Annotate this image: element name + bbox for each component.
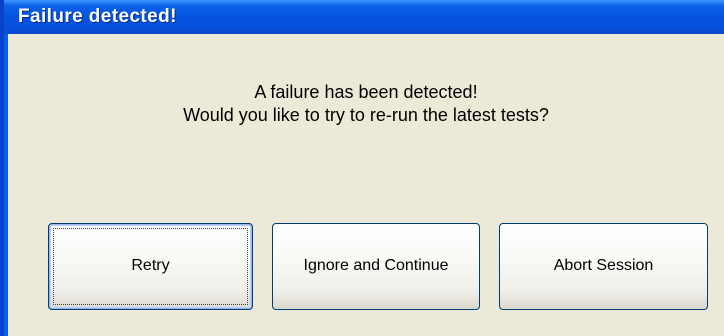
ignore-and-continue-button[interactable]: Ignore and Continue [272, 223, 480, 310]
message-line-2: Would you like to try to re-run the late… [183, 105, 549, 125]
ignore-button-label: Ignore and Continue [303, 257, 449, 274]
message-line-1: A failure has been detected! [254, 82, 478, 102]
retry-button[interactable]: Retry [48, 223, 253, 310]
dialog-message: A failure has been detected! Would you l… [8, 81, 724, 127]
abort-session-button[interactable]: Abort Session [499, 223, 708, 310]
dialog-title: Failure detected! [18, 6, 177, 27]
dialog-body: A failure has been detected! Would you l… [8, 34, 724, 336]
title-bar[interactable]: Failure detected! [4, 0, 724, 34]
abort-button-label: Abort Session [553, 257, 654, 274]
retry-button-label: Retry [131, 257, 170, 274]
dialog-window: Failure detected! A failure has been det… [0, 0, 724, 336]
